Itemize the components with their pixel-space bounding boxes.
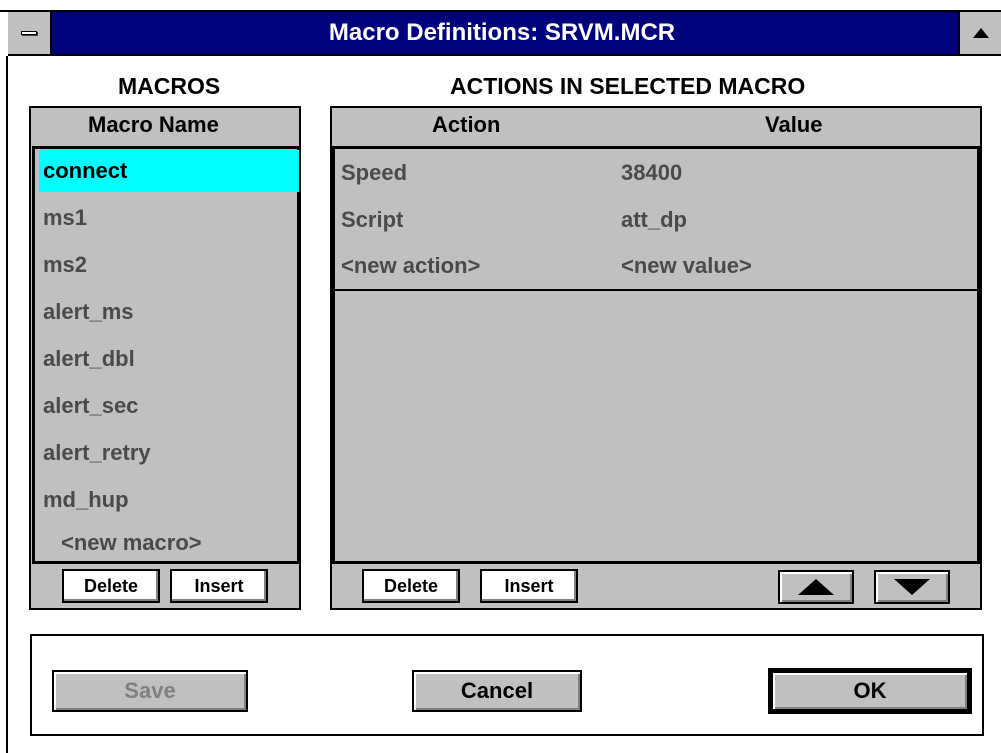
save-button[interactable]: Save <box>52 670 248 712</box>
macro-insert-button[interactable]: Insert <box>170 569 268 603</box>
macros-heading: MACROS <box>118 72 221 99</box>
action-insert-button[interactable]: Insert <box>480 569 578 603</box>
window-left-border <box>6 56 8 753</box>
value-column-header: Value <box>765 112 823 137</box>
macro-item-alert-sec[interactable]: alert_sec <box>39 385 299 427</box>
action-cell-script[interactable]: Script <box>341 200 403 240</box>
action-column-header: Action <box>432 112 501 137</box>
macro-delete-button[interactable]: Delete <box>62 569 160 603</box>
macro-name-column-header: Macro Name <box>88 112 219 137</box>
move-down-button[interactable] <box>874 570 950 604</box>
macro-item-alert-dbl[interactable]: alert_dbl <box>39 338 299 380</box>
arrow-down-icon <box>894 579 930 595</box>
macro-item-ms2[interactable]: ms2 <box>39 244 299 286</box>
action-cell-speed[interactable]: Speed <box>341 153 407 193</box>
action-list-divider <box>335 289 977 291</box>
system-menu-icon[interactable] <box>8 12 52 56</box>
cancel-button[interactable]: Cancel <box>412 670 582 712</box>
macro-item-connect[interactable]: connect <box>39 150 299 192</box>
maximize-icon[interactable] <box>958 12 1001 56</box>
move-up-button[interactable] <box>778 570 854 604</box>
actions-heading: ACTIONS IN SELECTED MACRO <box>450 72 806 99</box>
macro-list[interactable]: connect ms1 ms2 alert_ms alert_dbl alert… <box>32 146 300 564</box>
action-cell-new[interactable]: <new action> <box>341 246 480 286</box>
action-delete-button[interactable]: Delete <box>362 569 460 603</box>
macro-definitions-window: Macro Definitions: SRVM.MCR MACROS ACTIO… <box>0 0 1001 753</box>
value-cell-new[interactable]: <new value> <box>621 246 752 286</box>
macro-item-alert-ms[interactable]: alert_ms <box>39 291 299 333</box>
value-cell-script[interactable]: att_dp <box>621 200 687 240</box>
window-title: Macro Definitions: SRVM.MCR <box>328 19 676 46</box>
macro-item-new[interactable]: <new macro> <box>39 522 299 564</box>
ok-button[interactable]: OK <box>768 668 972 714</box>
value-cell-speed[interactable]: 38400 <box>621 153 682 193</box>
macro-item-alert-retry[interactable]: alert_retry <box>39 432 299 474</box>
arrow-up-icon <box>798 579 834 595</box>
macro-item-ms1[interactable]: ms1 <box>39 197 299 239</box>
action-list[interactable]: Speed 38400 Script att_dp <new action> <… <box>332 146 980 564</box>
macro-item-md-hup[interactable]: md_hup <box>39 479 299 521</box>
